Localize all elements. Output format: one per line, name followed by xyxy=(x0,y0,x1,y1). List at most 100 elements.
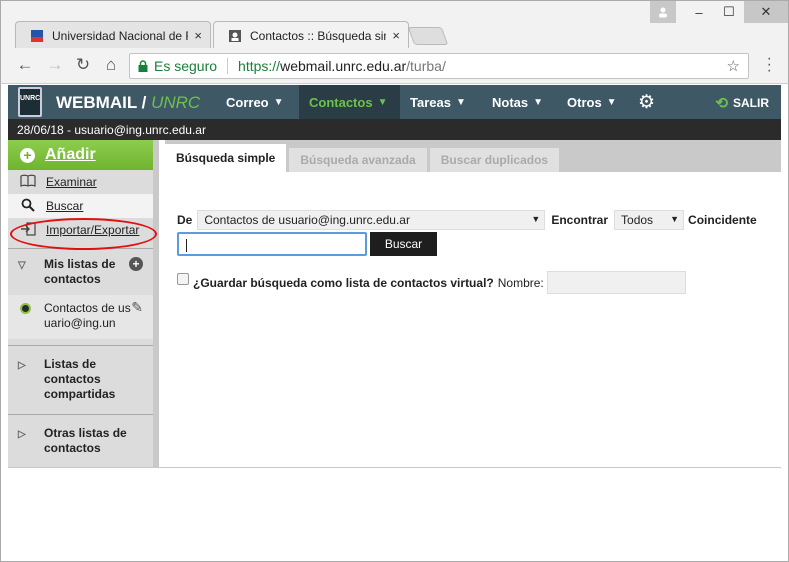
section-title: Listas de contactos compartidas xyxy=(44,357,116,401)
menu-correo[interactable]: Correo ▼ xyxy=(216,85,294,119)
chevron-down-icon: ▼ xyxy=(455,96,466,108)
save-search-label: ¿Guardar búsqueda como lista de contacto… xyxy=(193,275,494,290)
search-button[interactable]: Buscar xyxy=(370,232,437,256)
de-label: De xyxy=(177,213,193,227)
user-info-bar: 28/06/18 - usuario@ing.unrc.edu.ar xyxy=(8,119,781,140)
menu-label: Contactos xyxy=(309,94,373,110)
bookmark-star-icon[interactable]: ☆ xyxy=(727,57,740,75)
tab-busqueda-simple[interactable]: Búsqueda simple xyxy=(165,144,287,172)
menu-contactos[interactable]: Contactos ▼ xyxy=(299,85,400,119)
nombre-input[interactable] xyxy=(546,271,686,294)
menu-label: Otros xyxy=(567,94,602,110)
security-indicator[interactable]: Es seguro xyxy=(138,58,217,74)
sidebar-item-label: Buscar xyxy=(46,199,84,213)
contact-list-name: Contactos de usuario@ing.un xyxy=(44,301,131,330)
plus-icon: + xyxy=(20,147,35,163)
logout-label: SALIR xyxy=(733,96,769,110)
chevron-down-icon: ▼ xyxy=(377,96,388,108)
sidebar-item-buscar[interactable]: Buscar xyxy=(8,194,153,218)
address-separator xyxy=(227,58,229,74)
contact-list-item[interactable]: Contactos de usuario@ing.un ✎ xyxy=(8,295,153,339)
logout-button[interactable]: ⟲ SALIR xyxy=(715,94,769,112)
brand-main: WEBMAIL / xyxy=(56,93,147,112)
menu-tareas[interactable]: Tareas ▼ xyxy=(400,85,476,119)
sidebar: + Añadir Examinar Buscar Importar/Export… xyxy=(8,140,159,467)
tab-buscar-duplicados[interactable]: Buscar duplicados xyxy=(429,148,560,172)
search-tabs: Búsqueda simple Búsqueda avanzada Buscar… xyxy=(165,140,781,172)
url-scheme: https:// xyxy=(238,58,281,74)
browser-tab-unrc[interactable]: Universidad Nacional de Río Cuarto × xyxy=(15,21,211,49)
pencil-icon[interactable]: ✎ xyxy=(131,300,143,315)
sidebar-item-label: Examinar xyxy=(46,175,97,189)
user-profile-icon[interactable] xyxy=(650,1,676,23)
sidebar-item-examinar[interactable]: Examinar xyxy=(8,170,153,194)
chevron-down-icon: ▼ xyxy=(533,96,544,108)
query-row: Buscar xyxy=(177,232,437,256)
chevron-down-icon: ▼ xyxy=(606,96,617,108)
address-bar[interactable]: Es seguro https://webmail.unrc.edu.ar/tu… xyxy=(129,53,749,79)
unrc-favicon-icon xyxy=(31,29,43,42)
reload-icon[interactable]: ↻ xyxy=(73,55,93,75)
add-list-icon[interactable]: + xyxy=(129,257,143,271)
window-controls: – ☐ ✕ xyxy=(650,1,788,23)
chevron-down-icon: ▼ xyxy=(670,214,680,224)
menu-label: Tareas xyxy=(410,94,451,110)
url-host: webmail.unrc.edu.ar xyxy=(280,58,407,74)
find-field-select[interactable]: Todos ▼ xyxy=(614,210,685,230)
search-input[interactable] xyxy=(177,232,367,256)
brand-accent: UNRC xyxy=(151,93,201,112)
content-bottom-border xyxy=(8,467,781,468)
maximize-button[interactable]: ☐ xyxy=(714,1,744,23)
lock-icon xyxy=(138,60,148,72)
new-tab-button[interactable] xyxy=(407,27,449,45)
coincidente-label: Coincidente xyxy=(688,213,757,227)
menu-otros[interactable]: Otros ▼ xyxy=(557,85,627,119)
save-search-checkbox[interactable] xyxy=(177,272,189,285)
search-criteria-row: De Contactos de usuario@ing.unrc.edu.ar … xyxy=(177,210,757,230)
logout-icon: ⟲ xyxy=(715,95,728,112)
menu-notas[interactable]: Notas ▼ xyxy=(482,85,553,119)
close-window-button[interactable]: ✕ xyxy=(744,1,788,23)
search-icon xyxy=(20,198,36,215)
book-icon xyxy=(20,174,36,190)
section-compartidas[interactable]: ▷ Listas de contactos compartidas xyxy=(8,346,153,410)
section-otras[interactable]: ▷ Otras listas de contactos xyxy=(8,415,153,464)
source-value: Contactos de usuario@ing.unrc.edu.ar xyxy=(204,213,410,227)
home-icon[interactable]: ⌂ xyxy=(101,55,121,75)
chevron-down-icon: ▼ xyxy=(531,214,541,224)
collapsed-triangle-icon: ▷ xyxy=(18,360,26,371)
collapsed-triangle-icon: ▷ xyxy=(18,429,26,440)
radio-selected-icon xyxy=(20,303,31,314)
back-icon[interactable]: ← xyxy=(15,55,35,75)
unrc-logo: UNRC xyxy=(18,87,42,117)
minimize-button[interactable]: – xyxy=(684,1,714,23)
encontrar-label: Encontrar xyxy=(551,213,609,227)
save-search-row: ¿Guardar búsqueda como lista de contacto… xyxy=(177,271,686,294)
section-mis-listas[interactable]: ▽ Mis listas de contactos + xyxy=(8,249,153,295)
gear-icon[interactable]: ⚙ xyxy=(638,91,655,114)
window-frame-left xyxy=(0,84,1,562)
nombre-label: Nombre: xyxy=(497,275,544,290)
main-panel: Búsqueda simple Búsqueda avanzada Buscar… xyxy=(165,140,781,467)
chevron-down-icon: ▼ xyxy=(273,96,284,108)
source-select[interactable]: Contactos de usuario@ing.unrc.edu.ar ▼ xyxy=(197,210,546,230)
browser-titlebar: Universidad Nacional de Río Cuarto × Con… xyxy=(0,0,789,49)
webmail-brand: WEBMAIL / UNRC xyxy=(56,93,200,113)
menu-label: Notas xyxy=(492,94,529,110)
secure-label: Es seguro xyxy=(154,58,218,74)
webmail-header: UNRC WEBMAIL / UNRC Correo ▼ Contactos ▼ T… xyxy=(8,85,781,119)
expanded-triangle-icon: ▽ xyxy=(18,260,26,271)
annotation-highlight-ring xyxy=(10,218,157,250)
forward-icon[interactable]: → xyxy=(45,55,65,75)
add-label: Añadir xyxy=(45,146,96,163)
browser-tab-contactos[interactable]: Contactos :: Búsqueda simple × xyxy=(213,21,409,49)
menu-label: Correo xyxy=(226,94,269,110)
find-value: Todos xyxy=(621,213,654,227)
close-tab-icon[interactable]: × xyxy=(392,28,400,43)
add-contact-button[interactable]: + Añadir xyxy=(8,140,153,170)
browser-tab-title: Universidad Nacional de Río Cuarto xyxy=(52,28,188,43)
browser-menu-icon[interactable]: · · · xyxy=(767,51,772,79)
tab-busqueda-avanzada[interactable]: Búsqueda avanzada xyxy=(289,148,427,172)
close-tab-icon[interactable]: × xyxy=(194,28,202,43)
browser-tab-title: Contactos :: Búsqueda simple xyxy=(250,28,386,43)
